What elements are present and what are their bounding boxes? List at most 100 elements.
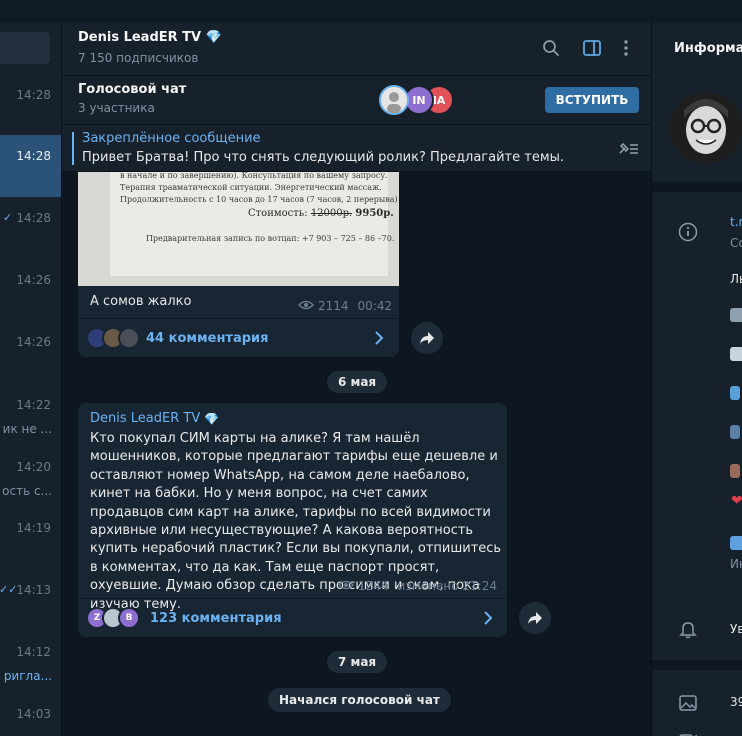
chat-time: 14:12 [16,645,51,659]
panel-divider [652,182,742,192]
search-input[interactable] [0,32,50,64]
channel-title[interactable]: Denis LeadER TV 💎 [78,30,222,45]
comments-count: 44 комментария [146,330,269,346]
panel-title: Информац [674,41,742,56]
pinned-indicator [72,132,74,165]
views-icon [338,579,354,593]
search-icon[interactable] [540,37,562,59]
message-caption: А сомов жалко [90,294,192,309]
chat-list-item[interactable]: 14:26 [0,259,61,321]
comments-link[interactable]: Z B 123 комментария [86,607,282,629]
edited-label: изменено 21:24 [397,579,497,593]
chat-list: 14:28 14:28 ✓ 14:28 14:26 14:26 14:22 ик… [0,22,62,736]
commenter-avatar: B [118,607,140,629]
diamond-icon: 💎 [204,411,220,426]
chat-time: 14:26 [16,335,51,349]
photo-price: Стоимость: 12000р. 9950р. [248,208,394,219]
share-icon [420,332,434,344]
pinned-text: Привет Братва! Про что снять следующий р… [82,150,565,165]
channel-link[interactable]: t.m [730,215,742,229]
pinned-list-icon[interactable] [617,139,639,161]
panel-divider [652,660,742,670]
double-check-icon: ✓✓ [0,583,18,596]
share-button[interactable] [519,602,551,634]
chevron-right-icon [374,330,384,349]
chat-time: 14:20 [16,460,51,474]
comments-link[interactable]: 44 комментария [86,327,269,349]
photo-text-line: в начале и по завершению). Консультация … [120,172,388,180]
views-icon [298,299,314,313]
media-count[interactable]: 39 [730,695,742,709]
chat-time: 14:22 [16,398,51,412]
share-icon [528,612,542,624]
chat-snippet: ригла... [3,669,52,683]
voice-chat-participants: 3 участника [78,101,155,115]
chat-time: 14:03 [16,707,51,721]
read-check-icon: ✓ [3,211,13,224]
sidebar-toggle-icon[interactable] [581,37,603,59]
message-photo[interactable]: в начале и по завершению). Консультация … [78,172,399,286]
gift-emoji-icon [730,464,740,478]
channel-avatar[interactable] [670,92,742,164]
bell-icon [678,619,698,639]
subscriber-count: 7 150 подписчиков [78,51,199,65]
channel-info-panel: Информац t.m Сс Ль ❤ Ин Ув 39 [651,22,742,736]
link-subtitle: Сс [730,236,742,250]
date-separator: 6 мая [327,371,388,393]
share-button[interactable] [411,322,443,354]
message-meta: 1244 изменено 21:24 [338,579,497,593]
service-message: Начался голосовой чат [268,688,451,712]
chat-snippet: ость с... [2,484,52,498]
commenter-avatar [118,327,140,349]
description-text: Ль [730,272,742,286]
photo-text-line: Продолжительность с 10 часов до 17 часов… [120,195,398,204]
join-voice-chat-button[interactable]: ВСТУПИТЬ [545,87,639,113]
photo-text-line: Предварительная запись по вотцап: +7 903… [146,234,395,243]
view-count: 2114 [318,299,349,313]
message-time: 00:42 [357,299,393,313]
comments-count: 123 комментария [150,610,282,626]
photo-text-line: Терапия травматической ситуации. Энергет… [120,183,382,192]
pinned-title: Закреплённое сообщение [82,131,261,146]
chat-list-item[interactable]: 14:12 ригла... [0,631,61,693]
date-separator: 7 мая [327,651,388,673]
chat-list-item[interactable]: ✓✓ 14:13 [0,569,61,631]
video-icon [678,730,698,736]
divider [78,318,399,319]
photo-icon [678,693,698,713]
message-meta: 2114 00:42 [298,299,392,313]
chat-time: 14:28 [16,211,51,225]
message-sender[interactable]: Denis LeadER TV 💎 [90,411,219,426]
view-count: 1244 [358,579,389,593]
chat-snippet: ик не ... [2,422,52,436]
chat-list-item[interactable]: 14:03 [0,693,61,736]
record-emoji-icon [730,347,742,361]
chat-time: 14:28 [16,149,51,163]
chat-time: 14:26 [16,273,51,287]
voice-chat-bar[interactable]: Голосовой чат 3 участника IN IA ВСТУПИТЬ [62,76,651,125]
about-subtitle: Ин [730,557,742,571]
chat-list-item[interactable]: 14:22 ик не ... [0,383,61,445]
chevron-right-icon [483,610,493,629]
chat-list-item-active[interactable]: 14:28 [0,135,61,197]
voice-chat-title: Голосовой чат [78,82,187,97]
people-emoji-icon [730,425,740,439]
divider [78,598,507,599]
info-icon [678,222,698,242]
chat-list-item[interactable]: 14:28 [0,64,61,126]
diamond-icon: 💎 [205,30,222,45]
play-emoji-icon [730,308,742,322]
chat-time: 14:19 [16,521,51,535]
speech-emoji-icon [730,386,740,400]
chat-time: 14:28 [16,88,51,102]
pinned-message-bar[interactable]: Закреплённое сообщение Привет Братва! Пр… [62,125,651,172]
chat-list-item[interactable]: 14:19 [0,507,61,569]
chat-list-item[interactable]: 14:20 ость с... [0,445,61,507]
chat-list-item[interactable]: 14:26 [0,321,61,383]
more-vertical-icon[interactable] [615,37,637,59]
notifications-label[interactable]: Ув [730,622,742,636]
chat-header: Denis LeadER TV 💎 7 150 подписчиков [62,22,651,76]
heart-icon: ❤ [731,493,742,509]
chat-list-item[interactable]: ✓ 14:28 [0,197,61,259]
participant-avatar [379,85,409,115]
